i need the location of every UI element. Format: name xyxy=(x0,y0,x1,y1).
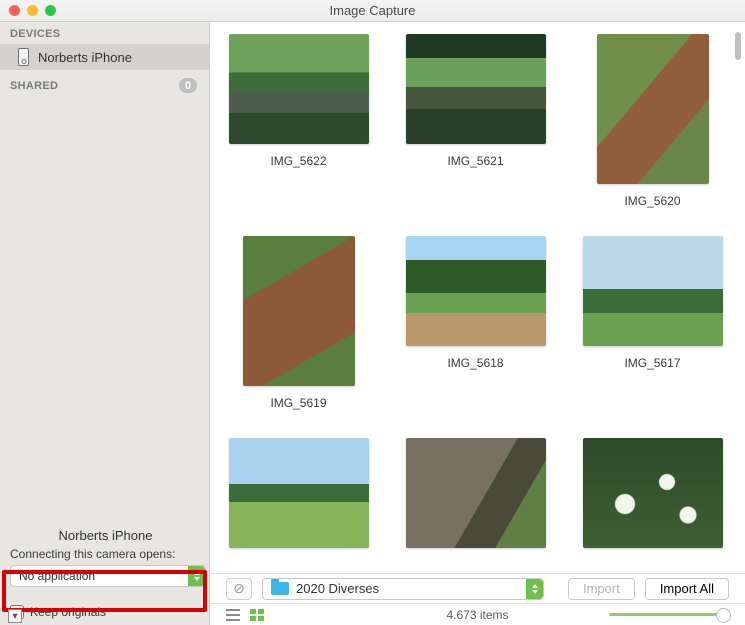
destination-select[interactable]: 2020 Diverses xyxy=(262,578,544,600)
thumbnail-image[interactable] xyxy=(406,34,546,144)
thumbnail-image[interactable] xyxy=(597,34,709,184)
thumbnail-cell[interactable]: IMG_5620 xyxy=(578,34,727,208)
thumbnail-image[interactable] xyxy=(406,236,546,346)
thumbnail-cell[interactable]: IMG_5622 xyxy=(224,34,373,208)
device-title: Norberts iPhone xyxy=(10,528,201,543)
thumbnail-cell[interactable]: IMG_5618 xyxy=(401,236,550,410)
toolbar: ⊘ 2020 Diverses Import Import All xyxy=(210,573,745,603)
body: DEVICES Norberts iPhone SHARED 0 Norbert… xyxy=(0,22,745,625)
open-app-select[interactable]: No application xyxy=(10,565,206,587)
scrollbar[interactable] xyxy=(735,32,741,60)
thumbnail-grid: IMG_5622 IMG_5621 IMG_5620 IMG_5619 IMG_5618… xyxy=(224,34,727,548)
thumbnail-label: IMG_5619 xyxy=(270,396,326,410)
import-button[interactable]: Import xyxy=(568,578,635,600)
thumbnail-size-slider[interactable] xyxy=(609,613,729,616)
thumbnail-image[interactable] xyxy=(583,236,723,346)
thumbnail-cell[interactable] xyxy=(224,438,373,548)
destination-label: 2020 Diverses xyxy=(296,581,379,596)
thumbnail-image[interactable] xyxy=(406,438,546,548)
thumbnail-cell[interactable]: IMG_5621 xyxy=(401,34,550,208)
sidebar-item-device[interactable]: Norberts iPhone xyxy=(0,44,209,70)
thumbnail-label: IMG_5621 xyxy=(447,154,503,168)
keep-originals-row: Keep originals xyxy=(10,605,201,619)
window: Image Capture DEVICES Norberts iPhone SH… xyxy=(0,0,745,625)
folder-icon xyxy=(271,582,289,595)
shared-header: SHARED xyxy=(10,80,58,92)
prohibit-icon: ⊘ xyxy=(233,580,245,597)
statusbar: 4.673 items xyxy=(210,603,745,625)
main: IMG_5622 IMG_5621 IMG_5620 IMG_5619 IMG_5618… xyxy=(210,22,745,625)
thumbnail-label: IMG_5622 xyxy=(270,154,326,168)
open-app-value: No application xyxy=(19,569,95,583)
thumbnail-label: IMG_5617 xyxy=(624,356,680,370)
shared-count-badge: 0 xyxy=(179,78,197,93)
thumbnail-label: IMG_5618 xyxy=(447,356,503,370)
phone-icon xyxy=(18,48,29,66)
import-all-button[interactable]: Import All xyxy=(645,578,729,600)
stepper-icon xyxy=(188,566,205,586)
delete-button[interactable]: ⊘ xyxy=(226,578,252,600)
connect-label: Connecting this camera opens: xyxy=(10,547,201,561)
window-title: Image Capture xyxy=(0,3,745,18)
keep-originals-label: Keep originals xyxy=(30,605,106,619)
thumbnail-grid-wrap: IMG_5622 IMG_5621 IMG_5620 IMG_5619 IMG_5618… xyxy=(210,22,745,573)
thumbnail-cell[interactable] xyxy=(578,438,727,548)
sidebar-bottom: Norberts iPhone Connecting this camera o… xyxy=(0,522,209,625)
stepper-icon xyxy=(526,579,543,599)
thumbnail-cell[interactable] xyxy=(401,438,550,548)
sidebar: DEVICES Norberts iPhone SHARED 0 Norbert… xyxy=(0,22,210,625)
thumbnail-image[interactable] xyxy=(583,438,723,548)
devices-header: DEVICES xyxy=(0,22,209,44)
thumbnail-image[interactable] xyxy=(229,34,369,144)
thumbnail-image[interactable] xyxy=(243,236,355,386)
thumbnail-label: IMG_5620 xyxy=(624,194,680,208)
sidebar-toggle-icon[interactable]: ▾ xyxy=(8,609,22,623)
thumbnail-cell[interactable]: IMG_5617 xyxy=(578,236,727,410)
titlebar: Image Capture xyxy=(0,0,745,22)
thumbnail-image[interactable] xyxy=(229,438,369,548)
device-label: Norberts iPhone xyxy=(38,50,132,65)
thumbnail-cell[interactable]: IMG_5619 xyxy=(224,236,373,410)
shared-header-row[interactable]: SHARED 0 xyxy=(0,70,209,97)
